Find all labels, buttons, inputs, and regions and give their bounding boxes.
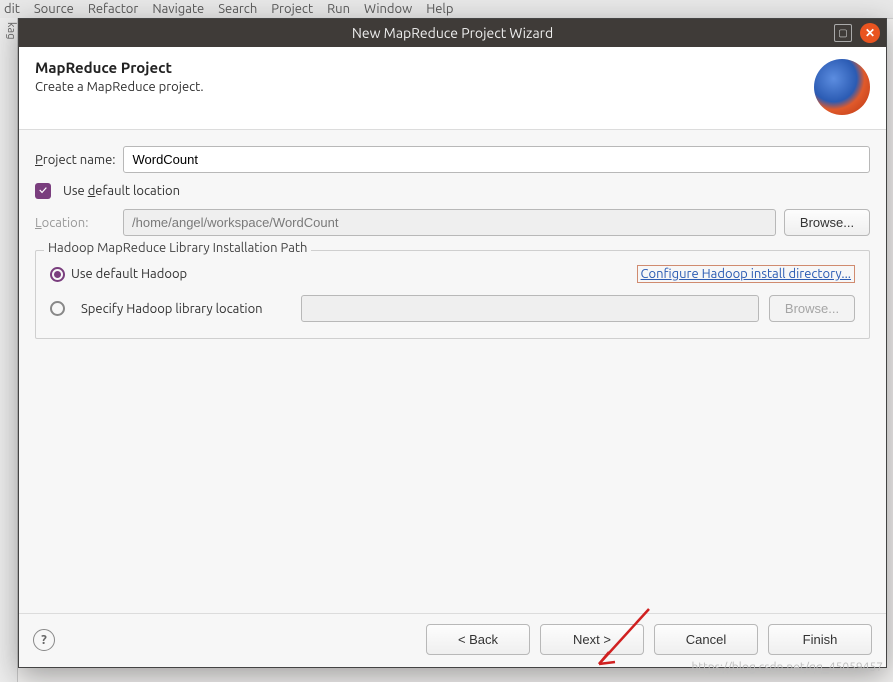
use-default-location-label[interactable]: Use default location — [63, 184, 180, 198]
menu-help[interactable]: Help — [426, 2, 453, 16]
use-default-location-checkbox[interactable]: ✓ — [35, 183, 51, 199]
back-button[interactable]: < Back — [426, 624, 530, 655]
browse-location-button[interactable]: Browse... — [784, 209, 870, 236]
menu-run[interactable]: Run — [327, 2, 350, 16]
menu-window[interactable]: Window — [364, 2, 412, 16]
finish-button[interactable]: Finish — [768, 624, 872, 655]
menu-edit[interactable]: dit — [4, 2, 20, 16]
ide-menubar[interactable]: dit Source Refactor Navigate Search Proj… — [0, 0, 893, 19]
wizard-heading: MapReduce Project — [35, 59, 204, 76]
wizard-footer: ? < Back Next > Cancel Finish — [19, 613, 886, 667]
project-name-input[interactable] — [123, 146, 870, 173]
dialog-title: New MapReduce Project Wizard — [352, 25, 553, 41]
specify-hadoop-input — [301, 295, 759, 322]
side-panel-fragment: kag — [0, 18, 18, 682]
menu-navigate[interactable]: Navigate — [152, 2, 204, 16]
wizard-body: Project name: ✓ Use default location Loc… — [19, 130, 886, 613]
browse-hadoop-button: Browse... — [769, 295, 855, 322]
location-input — [123, 209, 776, 236]
menu-search[interactable]: Search — [218, 2, 257, 16]
hadoop-lib-legend: Hadoop MapReduce Library Installation Pa… — [44, 241, 311, 255]
location-label: Location: — [35, 216, 115, 230]
watermark-text: https://blog.csdn.net/qq_45059457 — [691, 661, 883, 674]
help-icon[interactable]: ? — [33, 629, 55, 651]
configure-hadoop-link[interactable]: Configure Hadoop install directory... — [637, 265, 855, 283]
project-name-label: Project name: — [35, 153, 115, 167]
menu-refactor[interactable]: Refactor — [88, 2, 139, 16]
specify-hadoop-radio[interactable] — [50, 301, 65, 316]
dialog-titlebar[interactable]: New MapReduce Project Wizard ▢ ✕ — [19, 19, 886, 47]
wizard-subheading: Create a MapReduce project. — [35, 80, 204, 94]
cancel-button[interactable]: Cancel — [654, 624, 758, 655]
wizard-dialog: New MapReduce Project Wizard ▢ ✕ MapRedu… — [18, 18, 887, 668]
hadoop-elephant-icon — [814, 59, 870, 115]
wizard-header: MapReduce Project Create a MapReduce pro… — [19, 47, 886, 130]
menu-project[interactable]: Project — [271, 2, 313, 16]
specify-hadoop-label[interactable]: Specify Hadoop library location — [81, 302, 291, 316]
menu-source[interactable]: Source — [34, 2, 74, 16]
hadoop-lib-group: Hadoop MapReduce Library Installation Pa… — [35, 250, 870, 339]
close-button[interactable]: ✕ — [860, 23, 880, 43]
use-default-hadoop-radio[interactable] — [50, 267, 65, 282]
use-default-hadoop-label[interactable]: Use default Hadoop — [71, 267, 187, 281]
next-button[interactable]: Next > — [540, 624, 644, 655]
minimize-button[interactable]: ▢ — [834, 24, 852, 42]
